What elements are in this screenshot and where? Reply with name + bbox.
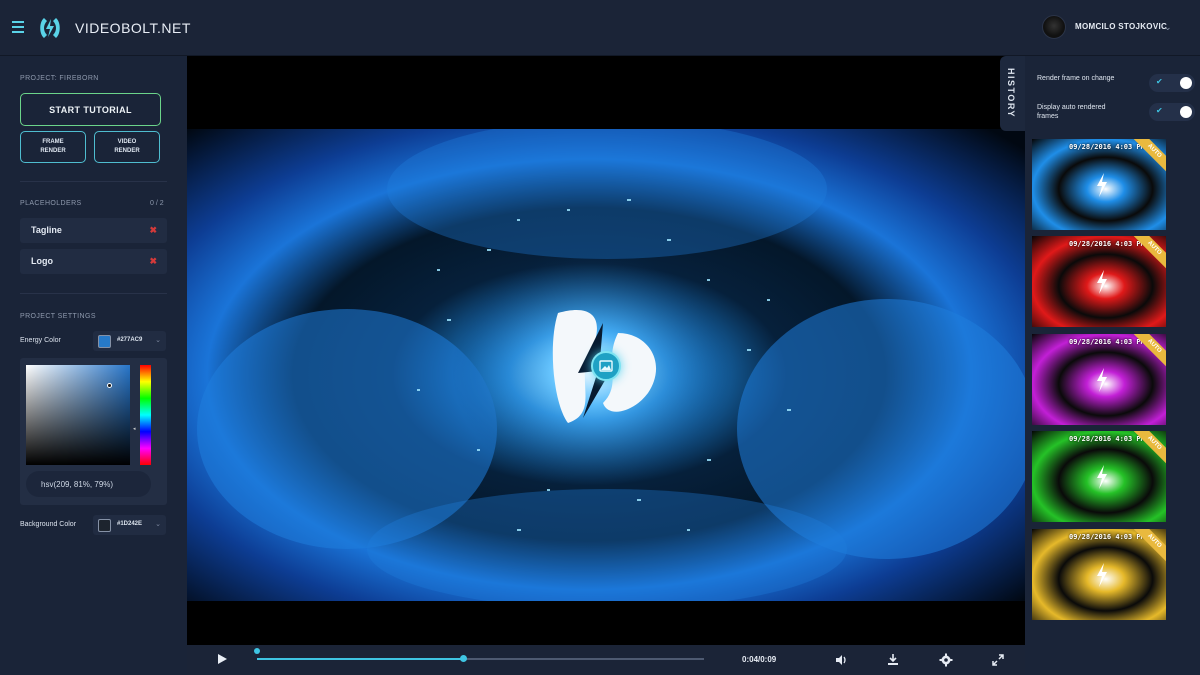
history-frame-thumbnail[interactable]: 09/28/2016 4:03 PM AUTO xyxy=(1032,236,1166,327)
download-icon[interactable] xyxy=(886,653,900,667)
user-avatar[interactable] xyxy=(1042,15,1066,39)
energy-color-label: Energy Color xyxy=(20,337,61,344)
placeholder-item-logo[interactable]: Logo ✖ xyxy=(20,249,167,274)
background-color-hex: #1D242E xyxy=(117,521,143,527)
frame-timestamp: 09/28/2016 4:03 PM xyxy=(1069,435,1145,443)
placeholder-item-tagline[interactable]: Tagline ✖ xyxy=(20,218,167,243)
placeholder-label: Logo xyxy=(31,256,53,266)
saturation-value-area[interactable] xyxy=(26,365,130,465)
background-color-label: Background Color xyxy=(20,521,77,528)
toggle-knob xyxy=(1180,77,1192,89)
display-auto-frames-label: Display auto rendered frames xyxy=(1037,104,1106,120)
display-auto-frames-toggle-row: Display auto rendered frames ✔ xyxy=(1025,99,1200,128)
display-auto-frames-toggle[interactable]: ✔ xyxy=(1149,103,1195,121)
project-settings-heading: PROJECT SETTINGS xyxy=(20,313,96,320)
energy-color-select[interactable]: #277AC9 ⌄ xyxy=(93,331,166,351)
video-render-button[interactable]: VIDEO RENDER xyxy=(94,131,160,163)
progress-handle[interactable] xyxy=(459,655,467,662)
history-tab[interactable]: HISTORY xyxy=(1000,56,1025,131)
history-frame-thumbnail[interactable]: 09/28/2016 4:03 PM AUTO xyxy=(1032,431,1166,522)
brand-name[interactable]: VIDEOBOLT.NET xyxy=(75,20,191,36)
volume-icon[interactable] xyxy=(834,653,848,667)
bolt-logo-icon xyxy=(1097,563,1107,587)
chevron-down-icon: ⌄ xyxy=(155,337,161,344)
videobolt-logo-icon xyxy=(40,18,60,38)
progress-fill xyxy=(257,658,463,660)
history-frame-thumbnail[interactable]: 09/28/2016 4:03 PM AUTO xyxy=(1032,139,1166,230)
loop-start-marker[interactable] xyxy=(254,648,260,654)
frame-timestamp: 09/28/2016 4:03 PM xyxy=(1069,143,1145,151)
divider xyxy=(20,181,167,182)
video-render-label-2: RENDER xyxy=(114,148,140,154)
background-color-swatch xyxy=(98,519,111,532)
project-name: PROJECT: FIREBORN xyxy=(20,75,99,82)
energy-color-hex: #277AC9 xyxy=(117,337,143,343)
history-frame-thumbnail[interactable]: 09/28/2016 4:03 PM AUTO xyxy=(1032,334,1166,425)
frame-timestamp: 09/28/2016 4:03 PM xyxy=(1069,240,1145,248)
background-color-select[interactable]: #1D242E ⌄ xyxy=(93,515,166,535)
energy-color-swatch xyxy=(98,335,111,348)
hue-slider[interactable] xyxy=(140,365,151,465)
player-controls: 0:04/0:09 xyxy=(187,645,1025,675)
bolt-logo-icon xyxy=(1097,173,1107,197)
color-picker: ◂ hsv(209, 81%, 79%) xyxy=(20,358,167,505)
history-tab-label: HISTORY xyxy=(1006,68,1016,119)
check-icon: ✔ xyxy=(1156,106,1163,115)
image-icon xyxy=(599,360,613,372)
bolt-logo-icon xyxy=(1097,270,1107,294)
frame-render-label-2: RENDER xyxy=(40,148,66,154)
playback-time: 0:04/0:09 xyxy=(742,655,777,664)
remove-icon[interactable]: ✖ xyxy=(149,225,157,236)
start-tutorial-button[interactable]: START TUTORIAL xyxy=(20,93,161,126)
placeholders-heading: PLACEHOLDERS xyxy=(20,200,82,207)
render-on-change-toggle[interactable]: ✔ xyxy=(1149,74,1195,92)
chevron-down-icon[interactable]: ⌄ xyxy=(1164,22,1172,33)
bolt-logo-icon xyxy=(1097,368,1107,392)
fullscreen-icon[interactable] xyxy=(991,653,1005,667)
placeholder-label: Tagline xyxy=(31,225,62,235)
replace-image-button[interactable] xyxy=(591,351,621,381)
left-sidebar: PROJECT: FIREBORN START TUTORIAL FRAME RE… xyxy=(0,56,187,675)
render-on-change-label: Render frame on change xyxy=(1037,75,1115,82)
frame-timestamp: 09/28/2016 4:03 PM xyxy=(1069,338,1145,346)
top-bar: VIDEOBOLT.NET MOMCILO STOJKOVIC ⌄ xyxy=(0,0,1200,56)
frame-timestamp: 09/28/2016 4:03 PM xyxy=(1069,533,1145,541)
chevron-down-icon: ⌄ xyxy=(155,521,161,528)
hue-marker-icon: ◂ xyxy=(133,426,136,432)
toggle-knob xyxy=(1180,106,1192,118)
frame-render-button[interactable]: FRAME RENDER xyxy=(20,131,86,163)
render-on-change-toggle-row: Render frame on change ✔ xyxy=(1025,70,1200,99)
divider xyxy=(20,293,167,294)
color-picker-handle[interactable] xyxy=(107,383,112,388)
progress-bar[interactable] xyxy=(257,655,704,662)
user-name[interactable]: MOMCILO STOJKOVIC xyxy=(1075,22,1167,31)
hamburger-menu-icon[interactable] xyxy=(12,21,24,33)
video-render-label-1: VIDEO xyxy=(117,139,137,145)
settings-icon[interactable] xyxy=(939,653,953,667)
bolt-logo-icon xyxy=(1097,465,1107,489)
history-frame-thumbnail[interactable]: 09/28/2016 4:03 PM AUTO xyxy=(1032,529,1166,620)
hsv-value-field[interactable]: hsv(209, 81%, 79%) xyxy=(26,471,151,497)
remove-icon[interactable]: ✖ xyxy=(149,256,157,267)
frame-render-label-1: FRAME xyxy=(42,139,64,145)
check-icon: ✔ xyxy=(1156,77,1163,86)
placeholders-count: 0 / 2 xyxy=(150,200,164,207)
play-icon[interactable] xyxy=(218,654,227,664)
